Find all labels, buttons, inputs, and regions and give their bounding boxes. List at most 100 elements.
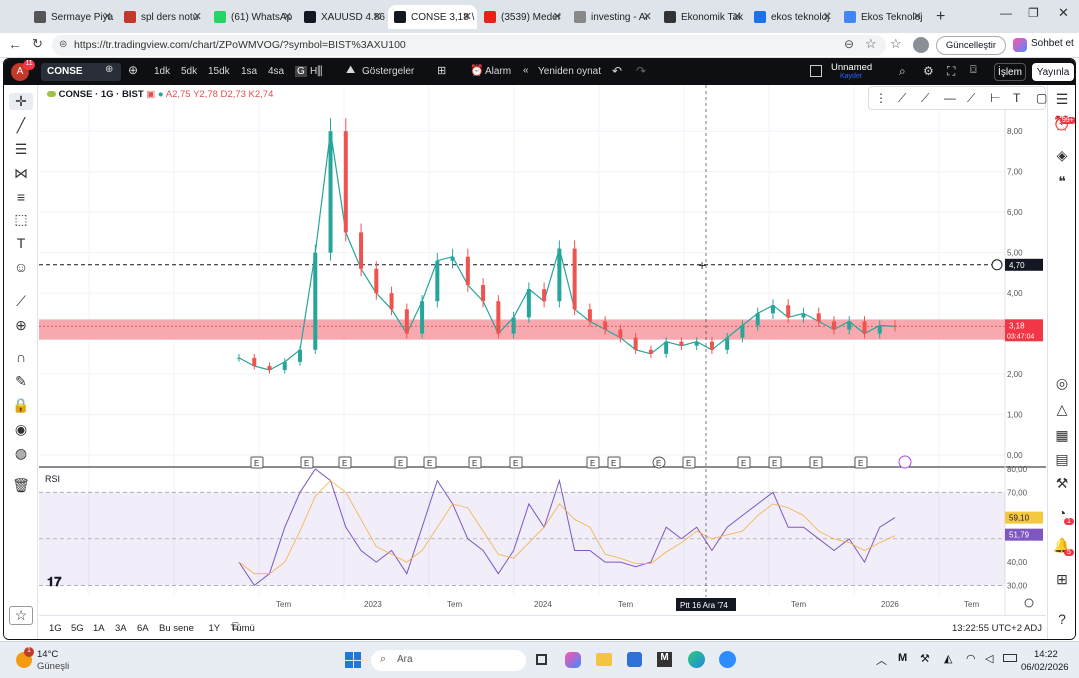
add-alert-icon[interactable] <box>991 259 1003 271</box>
redo-icon[interactable]: ↷ <box>636 64 646 78</box>
interval-g[interactable]: G <box>295 66 307 77</box>
ray-icon[interactable]: ⟋ <box>921 91 929 106</box>
chart-area[interactable]: 8,00 7,00 6,00 5,00 4,00 2,00 1,00 0,00 80,00 70… <box>39 85 1047 615</box>
new-tab-button[interactable]: + <box>936 8 945 26</box>
tab-close-icon[interactable]: ✕ <box>373 10 382 23</box>
copilot-taskbar-icon[interactable] <box>565 652 581 668</box>
alarm-button[interactable]: Alarm <box>485 66 511 77</box>
battery-icon[interactable] <box>1003 654 1017 662</box>
app-m-icon[interactable]: M <box>657 652 672 667</box>
browser-tab[interactable]: (61) WhatsAp ✕ <box>208 5 297 29</box>
range-button[interactable]: Bu sene <box>159 623 194 634</box>
reload-icon[interactable]: ↻ <box>32 36 43 52</box>
wifi-icon[interactable]: ◠ <box>966 652 976 665</box>
range-button[interactable]: 6A <box>137 623 149 634</box>
task-view-icon[interactable] <box>536 654 547 665</box>
emoji-icon[interactable]: ☺ <box>9 259 33 275</box>
extended-line-icon[interactable]: ⟋ <box>967 91 975 106</box>
back-icon[interactable]: ← <box>8 36 22 52</box>
horizontal-ray-icon[interactable]: ⊢ <box>990 91 1000 105</box>
layout-save[interactable]: Kaydet <box>840 73 862 80</box>
start-button[interactable] <box>345 652 361 668</box>
tab-close-icon[interactable]: ✕ <box>283 10 292 23</box>
grip-icon[interactable]: ⋮ <box>875 91 887 105</box>
globe-icon[interactable]: ◍ <box>9 445 33 462</box>
taskbar-time[interactable]: 14:22 <box>1034 649 1058 660</box>
trash-icon[interactable]: 🗑 <box>9 477 33 494</box>
tab-close-icon[interactable]: ✕ <box>103 10 112 23</box>
interval-5dk[interactable]: 5dk <box>181 66 197 77</box>
minimize-button[interactable]: — <box>1000 6 1012 20</box>
site-info-icon[interactable]: ⊜ <box>59 39 67 50</box>
target-icon[interactable]: ◎ <box>1050 375 1074 392</box>
tab-close-icon[interactable]: ✕ <box>643 10 652 23</box>
interval-4sa[interactable]: 4sa <box>268 66 284 77</box>
range-button[interactable]: 3A <box>115 623 127 634</box>
tab-close-icon[interactable]: ✕ <box>463 10 472 23</box>
settings-icon[interactable]: ⚙ <box>923 64 934 78</box>
chat-button[interactable]: Sohbet et <box>1031 38 1074 49</box>
chat-icon[interactable]: ❝ <box>1050 173 1074 190</box>
tray-app-icon[interactable]: ◭ <box>944 652 952 665</box>
undo-icon[interactable]: ↶ <box>612 64 622 78</box>
indicators-icon[interactable]: ⛰ <box>346 64 355 77</box>
watchlist-icon[interactable]: ☰ <box>1050 91 1074 108</box>
fib-icon[interactable]: ☰ <box>9 141 33 158</box>
legend-flag-icon[interactable]: ▣ <box>146 89 155 100</box>
tray-tool-icon[interactable]: ⚒ <box>920 652 930 665</box>
interval-1sa[interactable]: 1sa <box>241 66 257 77</box>
magnet-icon[interactable]: ∩ <box>9 349 33 365</box>
layout-icon[interactable] <box>810 65 822 77</box>
taskbar-search[interactable]: ⌕ Ara <box>371 650 526 671</box>
clock[interactable]: 13:22:55 UTC+2 <box>952 623 1022 634</box>
add-symbol-icon[interactable]: ⊕ <box>128 63 138 77</box>
pencil-lock-icon[interactable]: ✎ <box>9 373 33 390</box>
tab-close-icon[interactable]: ✕ <box>913 10 922 23</box>
rsi-label[interactable]: RSI <box>45 474 60 484</box>
pattern-icon[interactable]: ⋈ <box>9 165 33 182</box>
legend-title[interactable]: CONSE · 1G · BIST <box>59 89 144 100</box>
browser-tab[interactable]: Sermaye Piya ✕ <box>28 5 117 29</box>
store-icon[interactable] <box>627 652 642 667</box>
edge-icon[interactable] <box>688 651 705 668</box>
range-button[interactable]: 1A <box>93 623 105 634</box>
interval-15dk[interactable]: 15dk <box>208 66 230 77</box>
tab-close-icon[interactable]: ✕ <box>733 10 742 23</box>
taskbar-date[interactable]: 06/02/2026 <box>1021 662 1069 673</box>
date-range-icon[interactable]: ⌸ <box>232 621 239 634</box>
zoom-icon[interactable]: ⊖ <box>844 37 854 51</box>
update-button[interactable]: Güncelleştir <box>936 36 1006 55</box>
eye-icon[interactable]: ◉ <box>9 421 33 438</box>
lock-icon[interactable]: 🔒 <box>9 397 33 414</box>
trendline-icon[interactable]: ╱ <box>9 117 33 134</box>
help-icon[interactable]: ? <box>1050 611 1074 627</box>
publish-button[interactable]: Yayınla <box>1032 63 1074 81</box>
text-tool-icon[interactable]: ≡ <box>9 189 33 205</box>
quick-search-icon[interactable]: ⌕ <box>899 64 906 79</box>
text-icon[interactable]: T <box>9 235 33 251</box>
hline-icon[interactable]: — <box>944 91 956 105</box>
browser-tab[interactable]: ekos teknoloj ✕ <box>748 5 837 29</box>
tab-close-icon[interactable]: ✕ <box>823 10 832 23</box>
range-button[interactable]: 1Y <box>209 623 221 634</box>
profile-avatar[interactable] <box>913 37 929 53</box>
measure-icon[interactable]: ⟋ <box>9 293 33 310</box>
crosshair-icon[interactable]: ✛ <box>9 93 33 110</box>
favorites-icon[interactable]: ☆ <box>890 36 902 52</box>
browser-tab[interactable]: (3539) Meder ✕ <box>478 5 567 29</box>
browser-tab[interactable]: XAUUSD 4.86 ✕ <box>298 5 387 29</box>
browser-tab[interactable]: spl ders notu ✕ <box>118 5 207 29</box>
ruler-box-icon[interactable]: ⬚ <box>9 211 33 228</box>
screenshot-icon[interactable]: ⌼ <box>970 64 977 77</box>
alarm-icon[interactable]: ⏰ <box>470 64 484 77</box>
compare-symbol-icon[interactable]: ⊕ <box>105 64 113 75</box>
calendar-icon[interactable]: ▦ <box>1050 427 1074 444</box>
interval-1dk[interactable]: 1dk <box>154 66 170 77</box>
upcoming-event-icon[interactable] <box>898 455 912 469</box>
rect-draw-icon[interactable]: ▢ <box>1036 91 1047 105</box>
tools-icon[interactable]: ⚒ <box>1050 475 1074 492</box>
close-window-button[interactable]: ✕ <box>1058 5 1069 21</box>
browser-tab[interactable]: Ekonomik Tak ✕ <box>658 5 747 29</box>
tab-close-icon[interactable]: ✕ <box>193 10 202 23</box>
layout-name[interactable]: Unnamed <box>831 62 872 73</box>
